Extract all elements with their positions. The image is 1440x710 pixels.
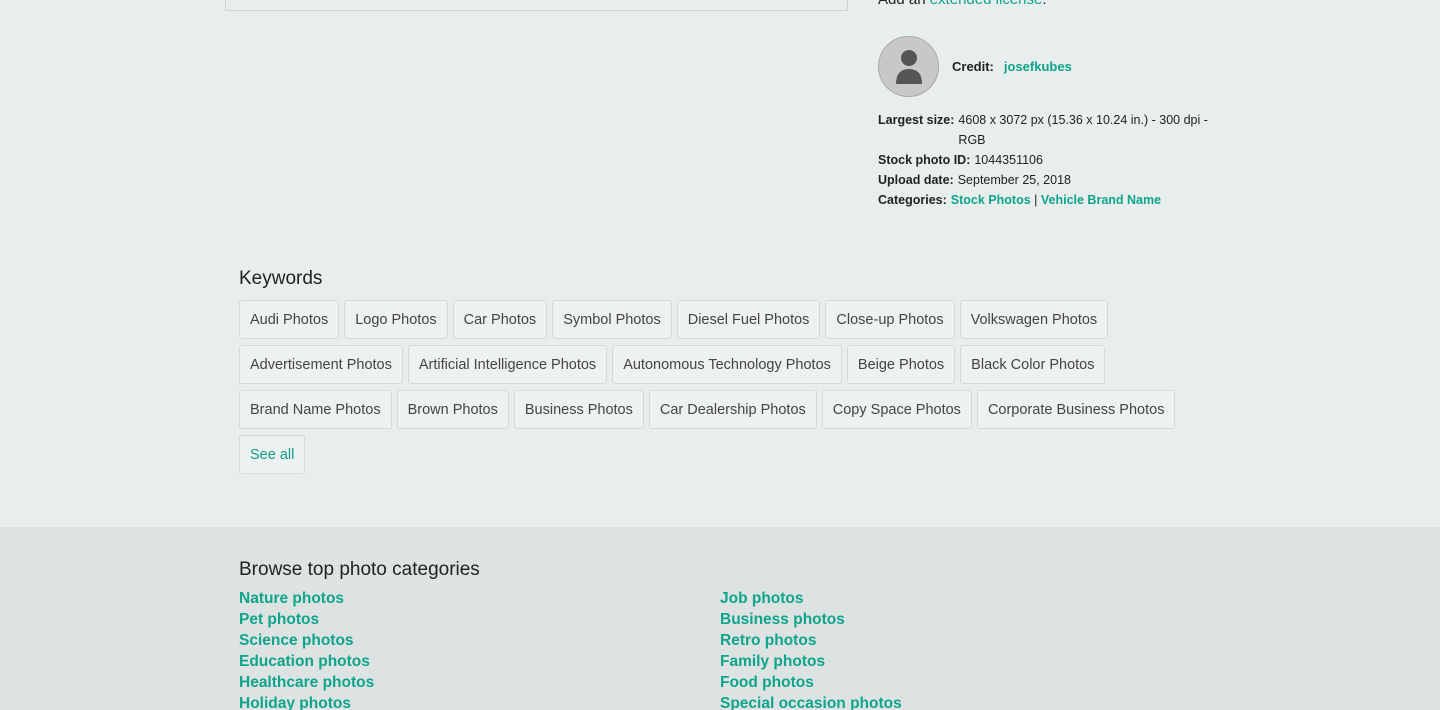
- browse-category-link[interactable]: Healthcare photos: [239, 672, 374, 693]
- browse-category-link[interactable]: Business photos: [720, 609, 902, 630]
- keyword-chip[interactable]: Brown Photos: [396, 390, 509, 429]
- browse-categories-section: Browse top photo categories Nature photo…: [0, 527, 1440, 710]
- keyword-chip[interactable]: Close-up Photos: [825, 300, 955, 339]
- largest-size-row: Largest size: 4608 x 3072 px (15.36 x 10…: [878, 110, 1208, 150]
- keyword-chip[interactable]: Advertisement Photos: [239, 345, 403, 384]
- keyword-row-3: Brand Name Photos Brown Photos Business …: [239, 390, 1176, 429]
- keyword-chip[interactable]: Car Dealership Photos: [648, 390, 817, 429]
- keywords-heading: Keywords: [239, 268, 323, 289]
- upload-date-label: Upload date:: [878, 173, 954, 187]
- license-suffix: .: [1042, 0, 1046, 8]
- credit-row: Credit: josefkubes: [878, 36, 1072, 97]
- keyword-chip[interactable]: Diesel Fuel Photos: [676, 300, 821, 339]
- keyword-chip[interactable]: Brand Name Photos: [239, 390, 392, 429]
- keyword-row-4: See all: [239, 435, 306, 474]
- categories-label: Categories:: [878, 193, 947, 207]
- keyword-chip[interactable]: Copy Space Photos: [821, 390, 972, 429]
- keyword-chip[interactable]: Logo Photos: [344, 300, 448, 339]
- credit-author-link[interactable]: josefkubes: [1004, 59, 1072, 74]
- keyword-chip[interactable]: Corporate Business Photos: [976, 390, 1176, 429]
- stock-id-row: Stock photo ID: 1044351106: [878, 150, 1208, 170]
- credit-label: Credit:: [952, 59, 994, 74]
- see-all-keywords-button[interactable]: See all: [239, 435, 306, 474]
- browse-category-link[interactable]: Nature photos: [239, 588, 374, 609]
- keyword-chip[interactable]: Symbol Photos: [552, 300, 672, 339]
- browse-category-link[interactable]: Job photos: [720, 588, 902, 609]
- keyword-chip[interactable]: Autonomous Technology Photos: [612, 345, 842, 384]
- extended-license-link[interactable]: extended license: [930, 0, 1043, 8]
- browse-category-link[interactable]: Food photos: [720, 672, 902, 693]
- largest-size-label: Largest size:: [878, 113, 955, 127]
- keyword-chip[interactable]: Business Photos: [513, 390, 644, 429]
- page: Add an extended license. Credit: josefku…: [0, 0, 1440, 710]
- browse-column-right: Job photos Business photos Retro photos …: [720, 588, 902, 710]
- keyword-chip[interactable]: Beige Photos: [846, 345, 956, 384]
- keyword-chip[interactable]: Volkswagen Photos: [959, 300, 1109, 339]
- browse-category-link[interactable]: Special occasion photos: [720, 693, 902, 710]
- keyword-chip[interactable]: Artificial Intelligence Photos: [407, 345, 608, 384]
- categories-separator: |: [1034, 193, 1038, 207]
- keyword-chip[interactable]: Car Photos: [452, 300, 548, 339]
- browse-category-link[interactable]: Family photos: [720, 651, 902, 672]
- upload-date-value: September 25, 2018: [957, 173, 1071, 187]
- stock-id-value: 1044351106: [974, 153, 1043, 167]
- category-link-vehicle-brand-name[interactable]: Vehicle Brand Name: [1041, 193, 1161, 207]
- browse-column-left: Nature photos Pet photos Science photos …: [239, 588, 374, 710]
- keyword-chip[interactable]: Black Color Photos: [960, 345, 1106, 384]
- stock-id-label: Stock photo ID:: [878, 153, 971, 167]
- extended-license-line: Add an extended license.: [878, 0, 1046, 8]
- browse-category-link[interactable]: Retro photos: [720, 630, 902, 651]
- keyword-row-2: Advertisement Photos Artificial Intellig…: [239, 345, 1106, 384]
- browse-category-link[interactable]: Holiday photos: [239, 693, 374, 710]
- category-link-stock-photos[interactable]: Stock Photos: [951, 193, 1031, 207]
- license-prefix: Add an: [878, 0, 926, 8]
- keyword-chip[interactable]: Audi Photos: [239, 300, 340, 339]
- upload-date-row: Upload date: September 25, 2018: [878, 170, 1208, 190]
- image-details: Largest size: 4608 x 3072 px (15.36 x 10…: [878, 110, 1208, 210]
- browse-category-link[interactable]: Science photos: [239, 630, 374, 651]
- browse-category-link[interactable]: Education photos: [239, 651, 374, 672]
- browse-categories-heading: Browse top photo categories: [239, 559, 480, 580]
- categories-row: Categories: Stock Photos | Vehicle Brand…: [878, 190, 1208, 210]
- keyword-row-1: Audi Photos Logo Photos Car Photos Symbo…: [239, 300, 1109, 339]
- browse-category-link[interactable]: Pet photos: [239, 609, 374, 630]
- user-avatar-icon[interactable]: [878, 36, 939, 97]
- image-preview-panel: [225, 0, 848, 11]
- largest-size-value: 4608 x 3072 px (15.36 x 10.24 in.) - 300…: [958, 113, 1208, 147]
